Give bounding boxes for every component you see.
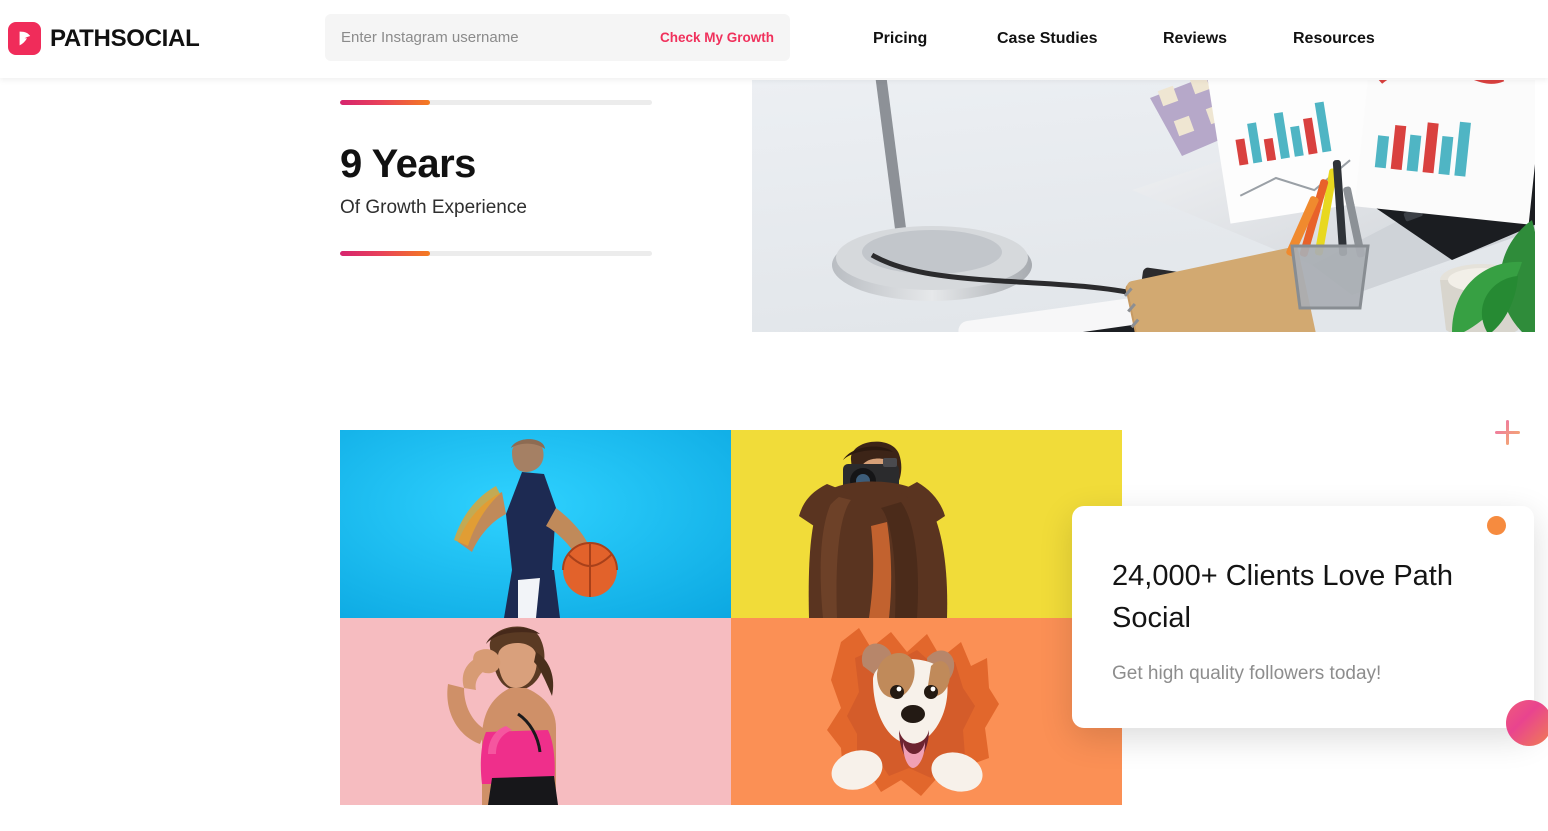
stat-number: 9 Years — [340, 142, 476, 186]
site-header: PATHSOCIAL Check My Growth Pricing Case … — [0, 0, 1548, 78]
card-subtitle: Get high quality followers today! — [1112, 663, 1382, 684]
brand-logo[interactable]: PATHSOCIAL — [8, 22, 200, 55]
photo-grid — [340, 430, 1122, 805]
growth-experience-stat: 9 Years Of Growth Experience — [340, 100, 652, 256]
check-my-growth-button[interactable]: Check My Growth — [652, 30, 790, 45]
stat-progress-fill-bottom — [340, 250, 431, 256]
basketball-player-photo[interactable] — [340, 430, 731, 618]
stat-label: Of Growth Experience — [340, 197, 527, 218]
nav-item-reviews[interactable]: Reviews — [1163, 30, 1227, 48]
search-input[interactable] — [325, 14, 652, 61]
page-root: PATHSOCIAL Check My Growth Pricing Case … — [0, 0, 1548, 831]
plus-decoration-icon — [1495, 420, 1520, 445]
clients-love-card: 24,000+ Clients Love Path Social Get hig… — [1072, 506, 1548, 746]
nav-item-resources[interactable]: Resources — [1293, 30, 1375, 48]
desk-workspace-photo — [752, 80, 1535, 332]
stat-progress-bar-bottom — [340, 250, 652, 256]
plus-vertical-bar — [1506, 420, 1509, 445]
nav-item-case-studies[interactable]: Case Studies — [997, 30, 1097, 48]
stat-progress-bar-top — [340, 100, 652, 105]
brand-name: PATHSOCIAL — [50, 24, 200, 52]
card-title: 24,000+ Clients Love Path Social — [1112, 560, 1453, 634]
orange-dot-icon — [1487, 516, 1506, 535]
gradient-dot-icon — [1506, 700, 1548, 746]
fitness-woman-photo[interactable] — [340, 618, 731, 805]
username-search-bar[interactable]: Check My Growth — [325, 14, 790, 61]
photographer-photo[interactable] — [731, 430, 1122, 618]
path-arrow-logo-icon — [8, 22, 41, 55]
nav-item-pricing[interactable]: Pricing — [873, 30, 927, 48]
puppy-photo[interactable] — [731, 618, 1122, 805]
stat-progress-fill-top — [340, 100, 431, 105]
